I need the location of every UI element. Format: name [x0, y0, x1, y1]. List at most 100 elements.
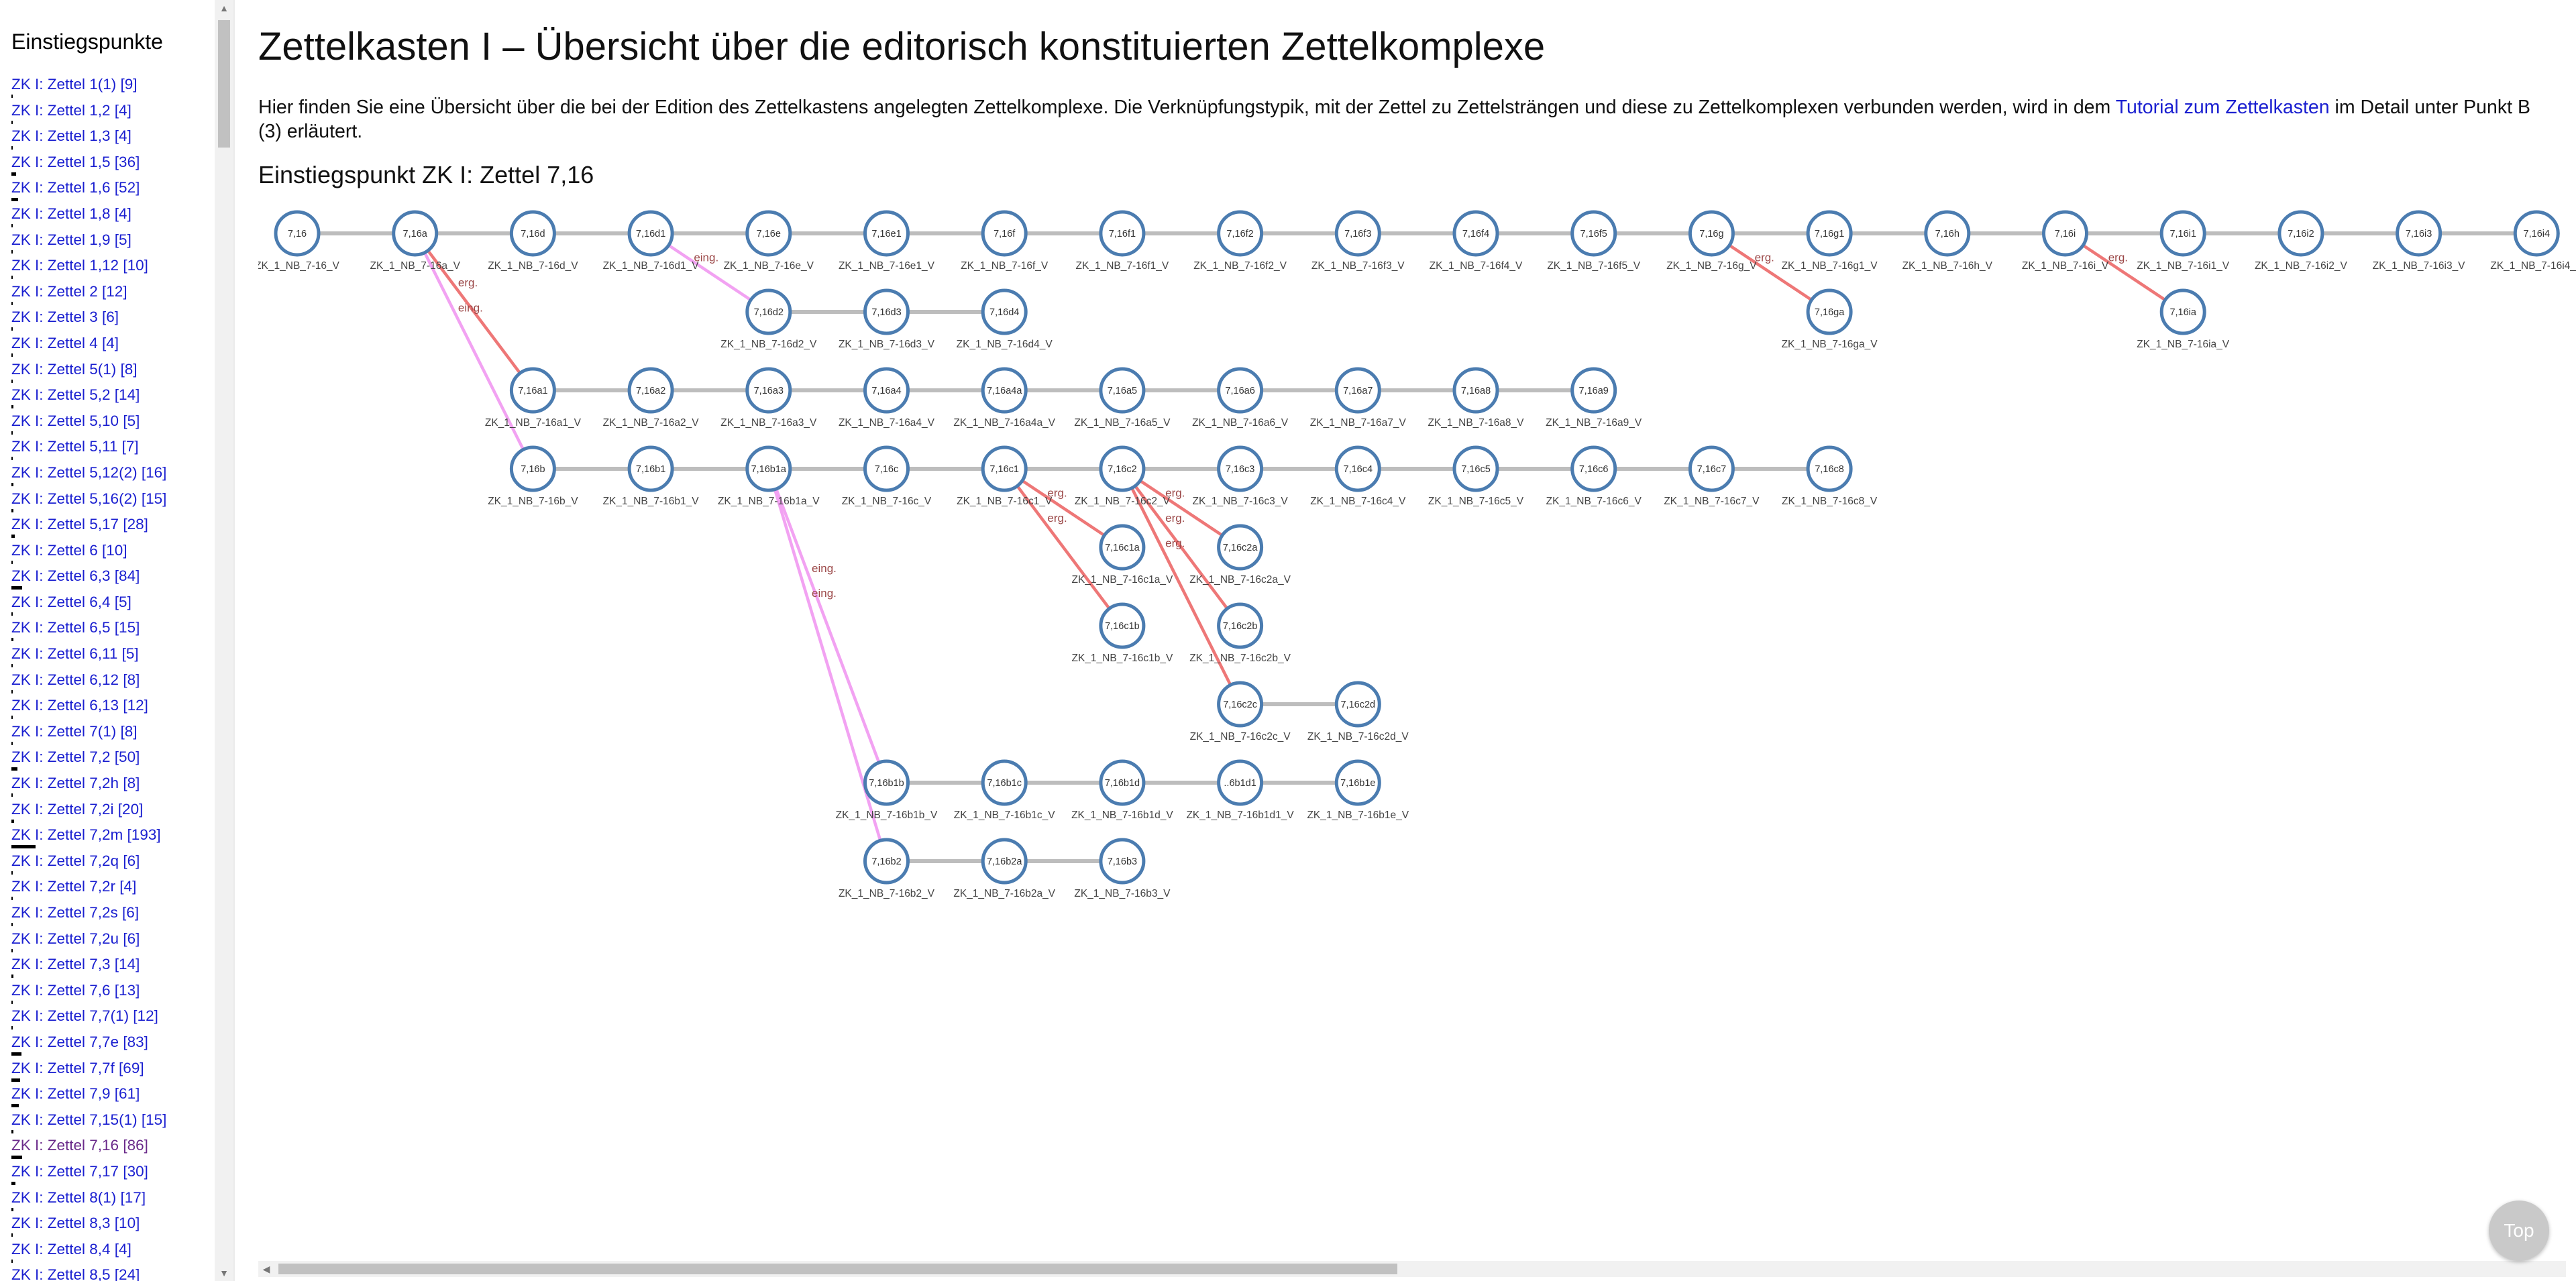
sidebar-item-link[interactable]: ZK I: Zettel 5,16(2) [15]	[11, 490, 166, 507]
sidebar-item-link[interactable]: ZK I: Zettel 6,4 [5]	[11, 594, 131, 610]
sidebar-item-link[interactable]: ZK I: Zettel 8(1) [17]	[11, 1189, 146, 1206]
sidebar-item-link[interactable]: ZK I: Zettel 1,12 [10]	[11, 257, 148, 274]
zettel-node[interactable]: 7,16c2 ZK_1_NB_7-16c2_V	[1075, 445, 1171, 507]
zettel-node[interactable]: 7,16d2 ZK_1_NB_7-16d2_V	[720, 288, 817, 350]
tutorial-link[interactable]: Tutorial zum Zettelkasten	[2116, 97, 2330, 118]
sidebar-item-link[interactable]: ZK I: Zettel 1,3 [4]	[11, 127, 131, 144]
sidebar-item-link[interactable]: ZK I: Zettel 7,7(1) [12]	[11, 1007, 158, 1024]
zettel-node[interactable]: 7,16c5 ZK_1_NB_7-16c5_V	[1428, 445, 1524, 507]
zettel-node[interactable]: 7,16f2 ZK_1_NB_7-16f2_V	[1193, 210, 1287, 272]
sidebar-item-link[interactable]: ZK I: Zettel 6,13 [12]	[11, 697, 148, 714]
zettel-node[interactable]: 7,16b3 ZK_1_NB_7-16b3_V	[1074, 838, 1171, 899]
zettel-node[interactable]: 7,16a ZK_1_NB_7-16a_V	[370, 210, 461, 272]
sidebar-item-link[interactable]: ZK I: Zettel 3 [6]	[11, 309, 119, 325]
sidebar-item-link[interactable]: ZK I: Zettel 5,10 [5]	[11, 412, 140, 429]
zettel-node[interactable]: 7,16a8 ZK_1_NB_7-16a8_V	[1428, 367, 1524, 429]
zettel-node[interactable]: 7,16c4 ZK_1_NB_7-16c4_V	[1310, 445, 1406, 507]
zettel-node[interactable]: 7,16i3 ZK_1_NB_7-16i3_V	[2373, 210, 2466, 272]
sidebar-item-link[interactable]: ZK I: Zettel 7,17 [30]	[11, 1163, 148, 1180]
sidebar-item-link[interactable]: ZK I: Zettel 7,6 [13]	[11, 982, 140, 999]
zettel-node[interactable]: 7,16a5 ZK_1_NB_7-16a5_V	[1074, 367, 1171, 429]
sidebar-item-link[interactable]: ZK I: Zettel 8,3 [10]	[11, 1215, 140, 1231]
zettel-node[interactable]: 7,16c1 ZK_1_NB_7-16c1_V	[957, 445, 1053, 507]
zettel-node[interactable]: 7,16i2 ZK_1_NB_7-16i2_V	[2255, 210, 2348, 272]
sidebar-item-link[interactable]: ZK I: Zettel 7,2r [4]	[11, 878, 136, 895]
zettel-node[interactable]: 7,16b1e ZK_1_NB_7-16b1e_V	[1307, 759, 1409, 821]
sidebar-item-link[interactable]: ZK I: Zettel 7,2 [50]	[11, 748, 140, 765]
zettel-node[interactable]: 7,16a9 ZK_1_NB_7-16a9_V	[1546, 367, 1642, 429]
sidebar-item-link[interactable]: ZK I: Zettel 6,3 [84]	[11, 567, 140, 584]
zettel-node[interactable]: 7,16f5 ZK_1_NB_7-16f5_V	[1547, 210, 1641, 272]
zettel-node[interactable]: 7,16d ZK_1_NB_7-16d_V	[488, 210, 578, 272]
vertical-scrollbar[interactable]: ▲ ▼	[215, 0, 233, 1281]
zettel-node[interactable]: 7,16e1 ZK_1_NB_7-16e1_V	[839, 210, 935, 272]
zettel-node[interactable]: 7,16g ZK_1_NB_7-16g_V	[1666, 210, 1757, 272]
sidebar-item-link[interactable]: ZK I: Zettel 5(1) [8]	[11, 361, 138, 378]
zettel-node[interactable]: 7,16i4 ZK_1_NB_7-16i4_V	[2490, 210, 2576, 272]
zettel-node[interactable]: 7,16c8 ZK_1_NB_7-16c8_V	[1782, 445, 1878, 507]
sidebar-item-link[interactable]: ZK I: Zettel 7,2m [193]	[11, 826, 161, 843]
sidebar-item-link[interactable]: ZK I: Zettel 7,2h [8]	[11, 775, 140, 791]
sidebar-item-link[interactable]: ZK I: Zettel 8,5 [24]	[11, 1266, 140, 1281]
zettel-node[interactable]: 7,16d4 ZK_1_NB_7-16d4_V	[957, 288, 1053, 350]
zettel-node[interactable]: ..6b1d1 ZK_1_NB_7-16b1d1_V	[1186, 759, 1294, 821]
zettel-node[interactable]: 7,16f3 ZK_1_NB_7-16f3_V	[1311, 210, 1405, 272]
sidebar-item-link[interactable]: ZK I: Zettel 5,12(2) [16]	[11, 464, 166, 481]
zettel-node[interactable]: 7,16c2a ZK_1_NB_7-16c2a_V	[1189, 524, 1291, 586]
sidebar-item-link[interactable]: ZK I: Zettel 6,12 [8]	[11, 671, 140, 688]
zettel-node[interactable]: 7,16b1 ZK_1_NB_7-16b1_V	[603, 445, 700, 507]
sidebar-item-link[interactable]: ZK I: Zettel 8,4 [4]	[11, 1241, 131, 1258]
zettel-node[interactable]: 7,16 ZK_1_NB_7-16_V	[258, 210, 340, 272]
zettel-node[interactable]: 7,16c6 ZK_1_NB_7-16c6_V	[1546, 445, 1642, 507]
zettel-node[interactable]: 7,16f4 ZK_1_NB_7-16f4_V	[1430, 210, 1523, 272]
zettel-node[interactable]: 7,16c2c ZK_1_NB_7-16c2c_V	[1190, 681, 1291, 742]
sidebar-item-link[interactable]: ZK I: Zettel 2 [12]	[11, 283, 127, 300]
zettel-node[interactable]: 7,16a2 ZK_1_NB_7-16a2_V	[603, 367, 700, 429]
zettel-node[interactable]: 7,16c1b ZK_1_NB_7-16c1b_V	[1072, 602, 1173, 664]
scroll-left-arrow-icon[interactable]: ◀	[258, 1261, 274, 1277]
sidebar-item-link[interactable]: ZK I: Zettel 1,9 [5]	[11, 231, 131, 248]
sidebar-item-link[interactable]: ZK I: Zettel 4 [4]	[11, 335, 119, 351]
sidebar-item-link[interactable]: ZK I: Zettel 7,2q [6]	[11, 852, 140, 869]
sidebar-item-link[interactable]: ZK I: Zettel 1(1) [9]	[11, 76, 138, 93]
scroll-up-arrow-icon[interactable]: ▲	[215, 0, 233, 16]
zettel-node[interactable]: 7,16e ZK_1_NB_7-16e_V	[724, 210, 814, 272]
zettel-node[interactable]: 7,16b ZK_1_NB_7-16b_V	[488, 445, 578, 507]
sidebar-item-link[interactable]: ZK I: Zettel 6,11 [5]	[11, 645, 139, 662]
back-to-top-button[interactable]: Top	[2489, 1201, 2549, 1261]
sidebar-item-link[interactable]: ZK I: Zettel 1,8 [4]	[11, 205, 131, 222]
sidebar-item-link[interactable]: ZK I: Zettel 1,2 [4]	[11, 102, 131, 119]
zettel-node[interactable]: 7,16a7 ZK_1_NB_7-16a7_V	[1310, 367, 1407, 429]
horizontal-scrollbar-thumb[interactable]	[278, 1264, 1397, 1274]
zettel-node[interactable]: 7,16h ZK_1_NB_7-16h_V	[1902, 210, 1993, 272]
zettel-node[interactable]: 7,16d3 ZK_1_NB_7-16d3_V	[839, 288, 935, 350]
sidebar-item-link[interactable]: ZK I: Zettel 7,2s [6]	[11, 904, 139, 921]
sidebar-item-link[interactable]: ZK I: Zettel 1,5 [36]	[11, 154, 140, 170]
sidebar-item-link[interactable]: ZK I: Zettel 5,17 [28]	[11, 516, 148, 533]
sidebar-item-link[interactable]: ZK I: Zettel 7(1) [8]	[11, 723, 138, 740]
sidebar-item-link[interactable]: ZK I: Zettel 7,7e [83]	[11, 1034, 148, 1050]
zettel-node[interactable]: 7,16i1 ZK_1_NB_7-16i1_V	[2137, 210, 2230, 272]
vertical-scrollbar-thumb[interactable]	[218, 20, 230, 148]
zettel-node[interactable]: 7,16b2a ZK_1_NB_7-16b2a_V	[953, 838, 1056, 899]
sidebar-item-link[interactable]: ZK I: Zettel 7,16 [86]	[11, 1137, 148, 1154]
zettel-node[interactable]: 7,16b1a ZK_1_NB_7-16b1a_V	[718, 445, 820, 507]
sidebar-item-link[interactable]: ZK I: Zettel 5,2 [14]	[11, 386, 140, 403]
zettel-node[interactable]: 7,16a3 ZK_1_NB_7-16a3_V	[720, 367, 817, 429]
sidebar-item-link[interactable]: ZK I: Zettel 7,7f [69]	[11, 1060, 144, 1076]
zettel-node[interactable]: 7,16b2 ZK_1_NB_7-16b2_V	[839, 838, 935, 899]
sidebar-item-link[interactable]: ZK I: Zettel 7,2u [6]	[11, 930, 140, 947]
sidebar-item-link[interactable]: ZK I: Zettel 7,3 [14]	[11, 956, 140, 972]
zettel-node[interactable]: 7,16a4a ZK_1_NB_7-16a4a_V	[953, 367, 1056, 429]
zettel-node[interactable]: 7,16c2d ZK_1_NB_7-16c2d_V	[1307, 681, 1409, 742]
zettel-node[interactable]: 7,16b1d ZK_1_NB_7-16b1d_V	[1071, 759, 1173, 821]
horizontal-scrollbar[interactable]: ◀	[258, 1261, 2566, 1277]
sidebar-item-link[interactable]: ZK I: Zettel 6 [10]	[11, 542, 127, 559]
zettel-node[interactable]: 7,16c1a ZK_1_NB_7-16c1a_V	[1072, 524, 1173, 586]
zettel-node[interactable]: 7,16d1 ZK_1_NB_7-16d1_V	[603, 210, 700, 272]
zettel-node[interactable]: 7,16c ZK_1_NB_7-16c_V	[842, 445, 932, 507]
sidebar-item-link[interactable]: ZK I: Zettel 7,9 [61]	[11, 1085, 140, 1102]
zettel-node[interactable]: 7,16ga ZK_1_NB_7-16ga_V	[1782, 288, 1878, 350]
sidebar-item-link[interactable]: ZK I: Zettel 7,2i [20]	[11, 801, 143, 818]
zettel-node[interactable]: 7,16f1 ZK_1_NB_7-16f1_V	[1076, 210, 1169, 272]
